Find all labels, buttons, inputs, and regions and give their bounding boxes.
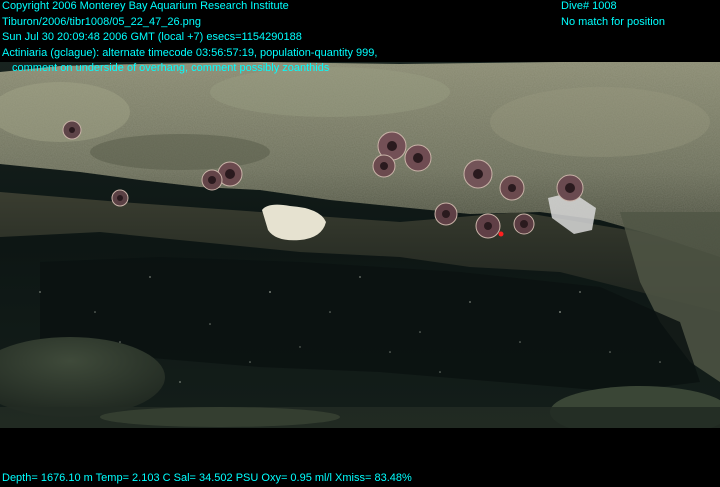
telemetry-text: Depth= 1676.10 m Temp= 2.103 C Sal= 34.5… bbox=[2, 472, 412, 484]
copyright-text: Copyright 2006 Monterey Bay Aquarium Res… bbox=[2, 0, 289, 12]
datetime-text: Sun Jul 30 20:09:48 2006 GMT (local +7) … bbox=[2, 31, 302, 43]
seafloor-scene bbox=[0, 62, 720, 428]
overlay-bottom: Depth= 1676.10 m Temp= 2.103 C Sal= 34.5… bbox=[2, 471, 412, 487]
annotation-line-1: Actiniaria (gclague): alternate timecode… bbox=[2, 46, 378, 59]
file-path-text: Tiburon/2006/tibr1008/05_22_47_26.png bbox=[2, 15, 201, 28]
annotation-line-2: comment on underside of overhang, commen… bbox=[12, 62, 330, 74]
video-frame: Copyright 2006 Monterey Bay Aquarium Res… bbox=[0, 0, 720, 486]
overlay-top-right: Dive# 1008 No match for position bbox=[561, 0, 665, 30]
laser-dot bbox=[498, 231, 504, 237]
position-status-text: No match for position bbox=[561, 15, 665, 28]
dive-number-text: Dive# 1008 bbox=[561, 0, 617, 12]
overlay-top-left: Copyright 2006 Monterey Bay Aquarium Res… bbox=[2, 0, 377, 77]
